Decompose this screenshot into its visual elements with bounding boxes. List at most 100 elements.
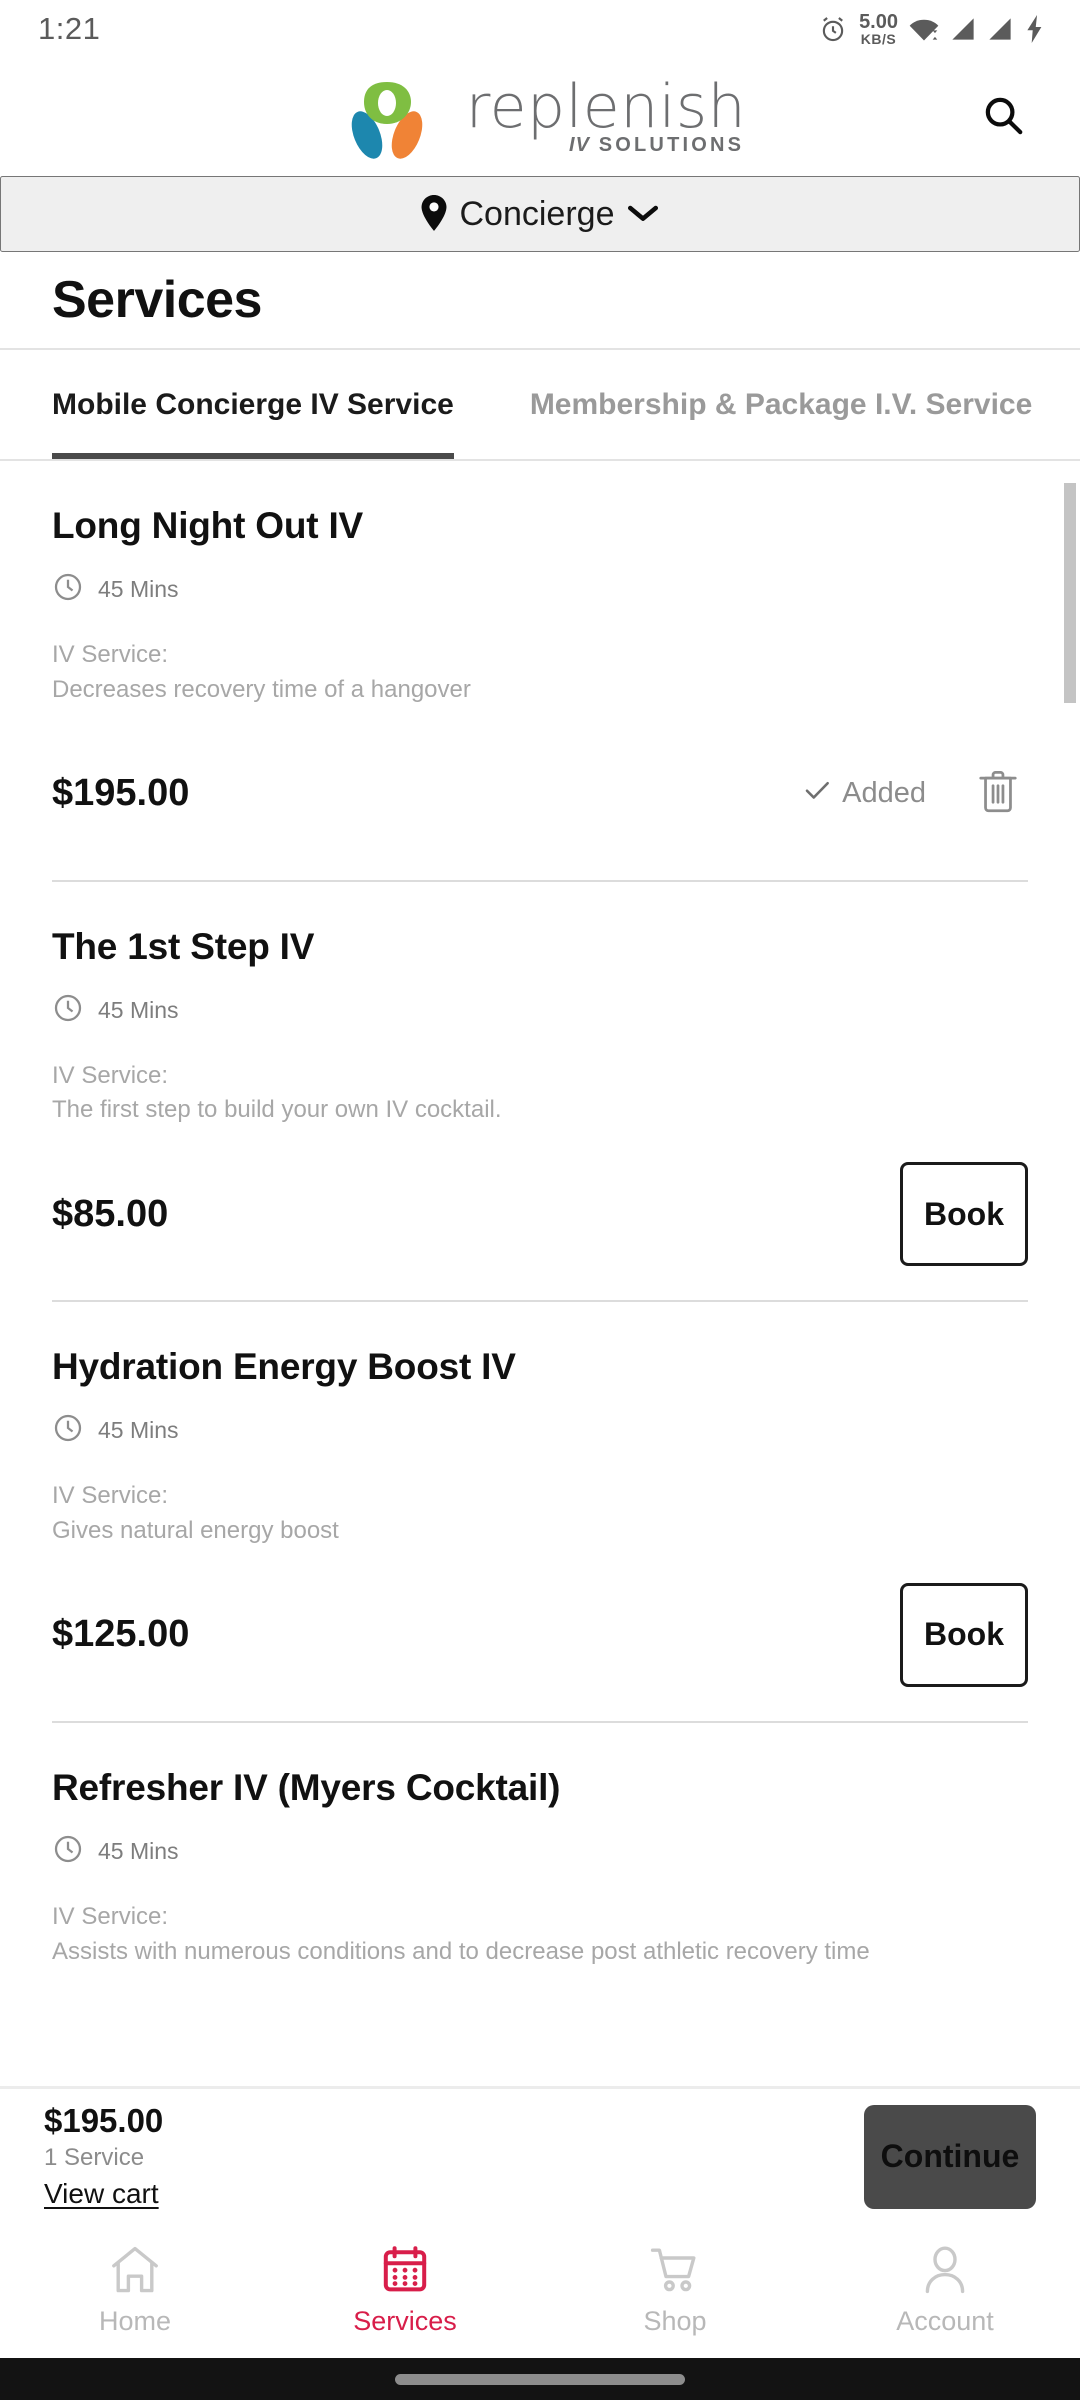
- service-duration-text: 45 Mins: [98, 1837, 179, 1864]
- service-description-body: Gives natural energy boost: [52, 1516, 339, 1544]
- service-list[interactable]: Long Night Out IV 45 Mins IV Service: De…: [0, 461, 1080, 2086]
- view-cart-link[interactable]: View cart: [44, 2176, 163, 2211]
- calendar-icon: [379, 2245, 431, 2298]
- nav-item-services[interactable]: Services: [270, 2245, 540, 2337]
- book-button[interactable]: Book: [900, 1162, 1028, 1267]
- status-bar: 1:21 5.00 KB/S: [0, 0, 1080, 58]
- brand-logo: replenish IV SOLUTIONS: [334, 77, 746, 163]
- brand-name: replenish: [465, 71, 747, 142]
- wifi-icon: [909, 16, 939, 42]
- network-speed-value: 5.00: [859, 11, 898, 33]
- service-card[interactable]: Long Night Out IV 45 Mins IV Service: De…: [0, 461, 1080, 846]
- app-header: replenish IV SOLUTIONS: [0, 58, 1080, 176]
- service-title: Hydration Energy Boost IV: [52, 1346, 516, 1388]
- continue-button[interactable]: Continue: [864, 2104, 1036, 2209]
- service-card-footer: $195.00 Added: [52, 742, 1028, 846]
- chevron-down-icon: [626, 202, 660, 227]
- service-card[interactable]: Refresher IV (Myers Cocktail) 45 Mins IV…: [0, 1723, 1080, 1970]
- signal-icon: [950, 16, 976, 42]
- network-speed: 5.00 KB/S: [859, 12, 898, 46]
- tab-membership-package-iv-service[interactable]: Membership & Package I.V. Service: [530, 350, 1033, 459]
- check-icon: [802, 775, 832, 813]
- nav-label-services: Services: [353, 2306, 457, 2336]
- trash-icon: [976, 768, 1020, 819]
- service-description-label: IV Service:: [52, 1482, 169, 1510]
- service-card[interactable]: Hydration Energy Boost IV 45 Mins IV Ser…: [0, 1302, 1080, 1687]
- service-actions: Book: [900, 1582, 1028, 1687]
- gesture-navigation-bar: [0, 2358, 1080, 2400]
- brand-tagline-solutions: SOLUTIONS: [598, 134, 745, 157]
- cart-icon: [649, 2245, 701, 2298]
- search-icon: [980, 93, 1026, 142]
- service-price: $125.00: [52, 1613, 190, 1656]
- location-selector[interactable]: Concierge: [0, 176, 1080, 252]
- service-card-footer: $85.00 Book: [52, 1162, 1028, 1267]
- service-description-body: The first step to build your own IV cock…: [52, 1096, 502, 1124]
- service-duration: 45 Mins: [52, 1412, 1028, 1449]
- charging-bolt-icon: [1024, 15, 1046, 43]
- added-label: Added: [842, 777, 926, 810]
- service-actions: Book: [900, 1162, 1028, 1267]
- clock-icon: [52, 1833, 84, 1870]
- service-description-body: Decreases recovery time of a hangover: [52, 675, 471, 703]
- service-title: Refresher IV (Myers Cocktail): [52, 1766, 561, 1808]
- service-duration: 45 Mins: [52, 992, 1028, 1029]
- page-title: Services: [52, 271, 262, 329]
- service-description-body: Assists with numerous conditions and to …: [52, 1937, 870, 1965]
- service-card[interactable]: The 1st Step IV 45 Mins IV Service: The …: [0, 882, 1080, 1267]
- nav-item-home[interactable]: Home: [0, 2245, 270, 2337]
- search-button[interactable]: [972, 86, 1034, 148]
- service-duration-text: 45 Mins: [98, 1417, 179, 1444]
- alarm-clock-icon: [818, 14, 848, 44]
- service-duration-text: 45 Mins: [98, 996, 179, 1023]
- tab-bar: Mobile Concierge IV Service Membership &…: [0, 348, 1080, 461]
- bottom-navigation: Home Services Shop Account: [0, 2224, 1080, 2358]
- signal-icon: [987, 16, 1013, 42]
- clock-icon: [52, 1412, 84, 1449]
- cart-summary-bar: $195.00 1 Service View cart Continue: [0, 2086, 1080, 2224]
- service-description-label: IV Service:: [52, 641, 169, 668]
- logo-mark-icon: [334, 77, 452, 163]
- nav-item-account[interactable]: Account: [810, 2245, 1080, 2337]
- scrollbar-thumb[interactable]: [1064, 483, 1076, 703]
- service-title: The 1st Step IV: [52, 925, 315, 967]
- location-label: Concierge: [459, 194, 615, 233]
- service-price: $195.00: [52, 772, 190, 815]
- service-actions: Added: [802, 764, 1028, 823]
- nav-label-shop: Shop: [643, 2306, 707, 2336]
- book-button[interactable]: Book: [900, 1582, 1028, 1687]
- cart-summary: $195.00 1 Service View cart: [24, 2102, 163, 2212]
- service-description: IV Service: Gives natural energy boost: [52, 1479, 1028, 1549]
- nav-label-home: Home: [98, 2306, 172, 2336]
- service-description: IV Service: The first step to build your…: [52, 1059, 1028, 1129]
- clock-icon: [52, 992, 84, 1029]
- service-description: IV Service: Assists with numerous condit…: [52, 1900, 1028, 1970]
- gesture-pill[interactable]: [395, 2373, 685, 2385]
- service-duration: 45 Mins: [52, 1833, 1028, 1870]
- map-pin-icon: [420, 194, 448, 234]
- app-screen: 1:21 5.00 KB/S replenish IV SOLUTIONS Co…: [0, 0, 1080, 2400]
- network-speed-unit: KB/S: [860, 31, 897, 47]
- brand-tagline-iv: IV: [569, 134, 590, 157]
- clock-icon: [52, 571, 84, 608]
- status-icons: 5.00 KB/S: [818, 12, 1046, 46]
- nav-label-account: Account: [896, 2306, 994, 2336]
- cart-total: $195.00: [44, 2101, 164, 2139]
- brand-tagline: IV SOLUTIONS: [569, 134, 746, 157]
- added-status-button[interactable]: Added: [802, 775, 926, 813]
- remove-service-button[interactable]: [968, 764, 1028, 823]
- cart-item-count: 1 Service: [44, 2143, 145, 2171]
- service-description: IV Service: Decreases recovery time of a…: [52, 638, 1028, 708]
- service-duration: 45 Mins: [52, 571, 1028, 608]
- service-title: Long Night Out IV: [52, 505, 364, 546]
- tab-mobile-concierge-iv-service[interactable]: Mobile Concierge IV Service: [52, 350, 454, 459]
- home-icon: [109, 2245, 161, 2298]
- service-duration-text: 45 Mins: [98, 576, 179, 602]
- service-price: $85.00: [52, 1192, 169, 1235]
- brand-wordmark: replenish IV SOLUTIONS: [465, 71, 747, 157]
- person-icon: [919, 2245, 971, 2298]
- nav-item-shop[interactable]: Shop: [540, 2245, 810, 2337]
- page-title-row: Services: [0, 252, 1080, 348]
- service-description-label: IV Service:: [52, 1902, 169, 1930]
- service-card-footer: $125.00 Book: [52, 1582, 1028, 1687]
